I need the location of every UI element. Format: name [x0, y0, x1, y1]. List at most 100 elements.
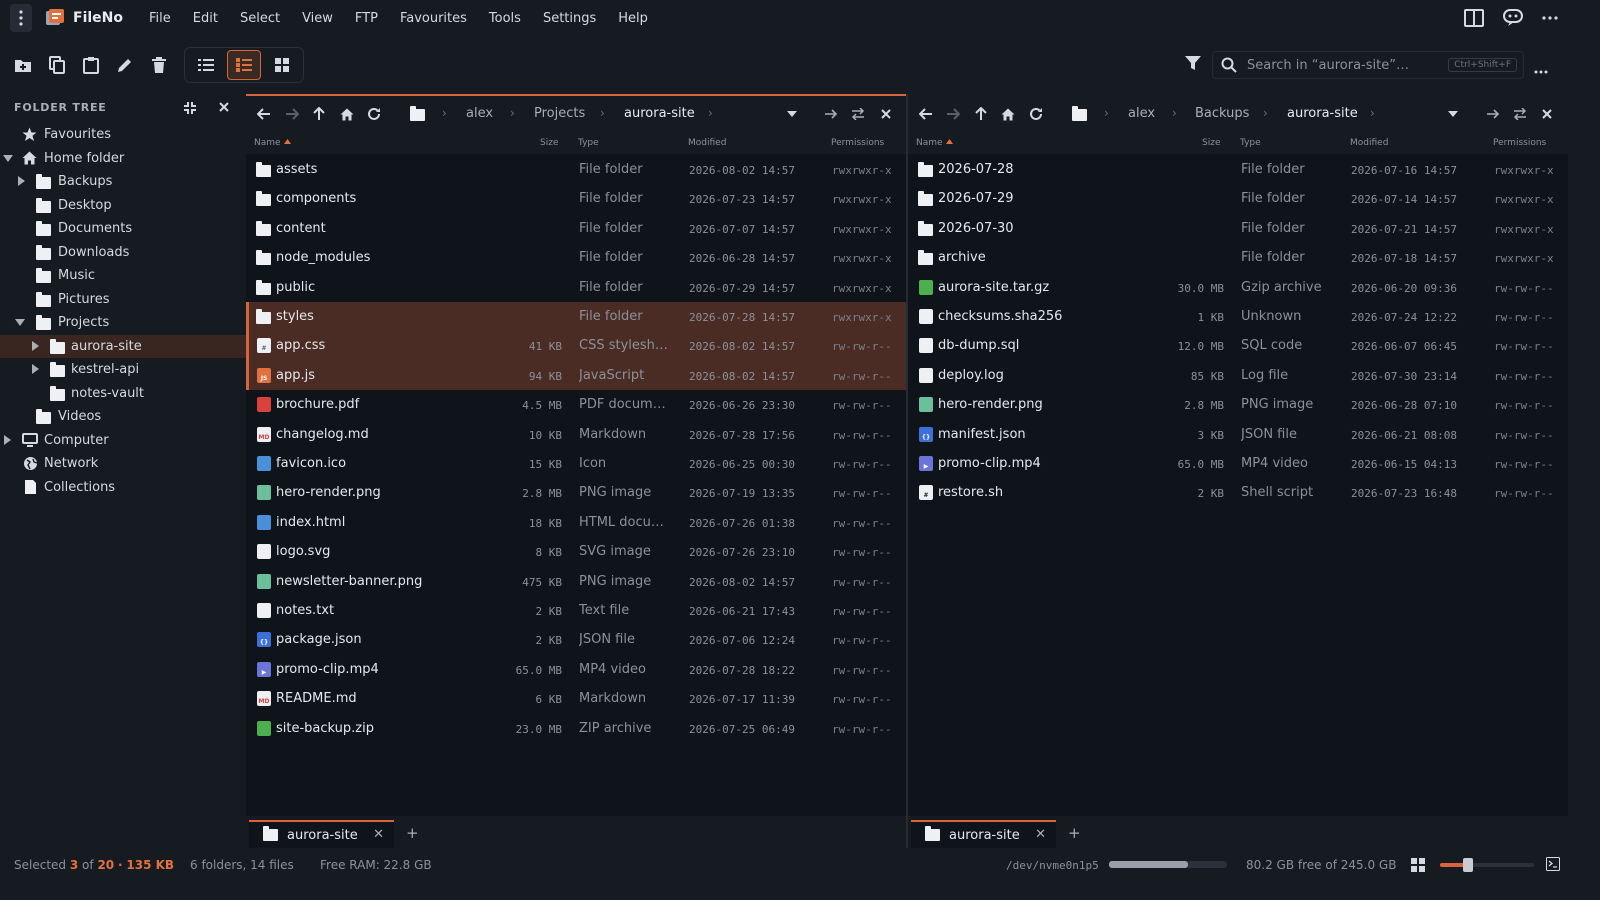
chevron-right-icon[interactable]	[32, 364, 39, 374]
dual-pane-icon[interactable]	[1464, 9, 1484, 27]
refresh-button[interactable]	[364, 104, 384, 124]
details-view-button[interactable]	[227, 50, 261, 80]
column-size[interactable]: Size	[1202, 138, 1220, 148]
file-row[interactable]: newsletter-banner.png 475 KB PNG image 2026…	[246, 567, 906, 596]
copy-button[interactable]	[44, 52, 70, 78]
file-row[interactable]: {} package.json 2 KB JSON file 2026-07-06 12…	[246, 625, 906, 654]
tree-item-notes-vault[interactable]: notes-vault	[0, 382, 246, 405]
file-row[interactable]: checksums.sha256 1 KB Unknown 2026-07-24 12…	[908, 302, 1568, 331]
menu-ftp[interactable]: FTP	[344, 11, 389, 26]
menu-help[interactable]: Help	[607, 11, 659, 26]
search-placeholder[interactable]: Search in “aurora-site”…	[1247, 58, 1409, 73]
file-row[interactable]: content File folder 2026-07-07 14:57 rwxrwx…	[246, 214, 906, 243]
list-view-button[interactable]	[189, 50, 223, 80]
home-button[interactable]	[337, 104, 357, 124]
up-button[interactable]	[971, 104, 991, 124]
tree-item-backups[interactable]: Backups	[0, 170, 246, 193]
file-row[interactable]: archive File folder 2026-07-18 14:57 rwxrwx…	[908, 243, 1568, 272]
tab-close-icon[interactable]: ✕	[1035, 827, 1046, 842]
more-options-icon[interactable]	[1542, 16, 1558, 20]
column-modified[interactable]: Modified	[1350, 138, 1388, 148]
history-dropdown[interactable]	[1443, 104, 1463, 124]
tree-item-downloads[interactable]: Downloads	[0, 241, 246, 264]
file-row[interactable]: deploy.log 85 KB Log file 2026-07-30 23:14 r…	[908, 361, 1568, 390]
file-row[interactable]: MD changelog.md 10 KB Markdown 2026-07-28 17…	[246, 420, 906, 449]
rename-button[interactable]	[112, 52, 138, 78]
tree-item-music[interactable]: Music	[0, 264, 246, 287]
forward-button[interactable]	[282, 104, 302, 124]
chevron-right-icon[interactable]	[18, 176, 25, 186]
chevron-down-icon[interactable]	[15, 319, 25, 326]
file-row[interactable]: site-backup.zip 23.0 MB ZIP archive 2026-07…	[246, 714, 906, 743]
file-row[interactable]: 2026-07-28 File folder 2026-07-16 14:57 rwx…	[908, 155, 1568, 184]
file-row[interactable]: hero-render.png 2.8 MB PNG image 2026-07-19…	[246, 478, 906, 507]
column-type[interactable]: Type	[1240, 138, 1261, 148]
close-panel-icon[interactable]	[219, 102, 229, 112]
file-row[interactable]: 2026-07-30 File folder 2026-07-21 14:57 rwx…	[908, 214, 1568, 243]
file-row[interactable]: brochure.pdf 4.5 MB PDF document 2026-06-26…	[246, 390, 906, 419]
tree-item-videos[interactable]: Videos	[0, 405, 246, 428]
back-button[interactable]	[916, 104, 936, 124]
tab-aurora-site[interactable]: aurora-site ✕	[249, 820, 394, 848]
tab-aurora-site[interactable]: aurora-site ✕	[911, 820, 1056, 848]
file-row[interactable]: aurora-site.tar.gz 30.0 MB Gzip archive 202…	[908, 273, 1568, 302]
grid-view-icon[interactable]	[1411, 858, 1425, 872]
menu-view[interactable]: View	[291, 11, 344, 26]
delete-button[interactable]	[146, 52, 172, 78]
file-row[interactable]: MD README.md 6 KB Markdown 2026-07-17 11:39 r…	[246, 684, 906, 713]
file-row[interactable]: # app.css 41 KB CSS stylesheet 2026-08-02 14…	[246, 331, 906, 361]
tree-item-computer[interactable]: Computer	[0, 429, 246, 452]
file-row[interactable]: {} manifest.json 3 KB JSON file 2026-06-21 0…	[908, 420, 1568, 449]
tree-item-kestrel-api[interactable]: kestrel-api	[0, 358, 246, 381]
filter-button[interactable]	[1184, 54, 1202, 76]
copy-to-other-pane-button[interactable]	[1483, 104, 1503, 124]
column-size[interactable]: Size	[540, 138, 558, 148]
file-row[interactable]: # restore.sh 2 KB Shell script 2026-07-23 16…	[908, 478, 1568, 507]
column-modified[interactable]: Modified	[688, 138, 726, 148]
menu-select[interactable]: Select	[229, 11, 291, 26]
menu-tools[interactable]: Tools	[478, 11, 532, 26]
column-name[interactable]: Name	[916, 138, 943, 148]
menu-edit[interactable]: Edit	[182, 11, 229, 26]
tree-item-documents[interactable]: Documents	[0, 217, 246, 240]
chevron-down-icon[interactable]	[3, 155, 13, 162]
home-button[interactable]	[998, 104, 1018, 124]
chevron-right-icon[interactable]	[4, 435, 11, 445]
forward-button[interactable]	[943, 104, 963, 124]
breadcrumb-alex[interactable]: alex	[466, 106, 493, 121]
terminal-icon[interactable]	[1546, 857, 1560, 871]
tree-item-desktop[interactable]: Desktop	[0, 194, 246, 217]
file-row[interactable]: favicon.ico 15 KB Icon 2026-06-25 00:30 rw-r…	[246, 449, 906, 478]
column-permissions[interactable]: Permissions	[831, 138, 884, 148]
new-folder-button[interactable]	[10, 52, 36, 78]
tree-item-favourites[interactable]: Favourites	[0, 123, 246, 146]
column-permissions[interactable]: Permissions	[1493, 138, 1546, 148]
menu-settings[interactable]: Settings	[532, 11, 607, 26]
file-row[interactable]: hero-render.png 2.8 MB PNG image 2026-06-28…	[908, 390, 1568, 419]
search-box[interactable]: Search in “aurora-site”… Ctrl+Shift+F	[1212, 51, 1524, 79]
file-row[interactable]: JS app.js 94 KB JavaScript 2026-08-02 14:57 r…	[246, 360, 906, 391]
file-row[interactable]: ▶ promo-clip.mp4 65.0 MB MP4 video 2026-07-2…	[246, 655, 906, 684]
file-row[interactable]: notes.txt 2 KB Text file 2026-06-21 17:43 rw…	[246, 596, 906, 625]
tree-item-pictures[interactable]: Pictures	[0, 288, 246, 311]
back-button[interactable]	[254, 104, 274, 124]
file-row[interactable]: public File folder 2026-07-29 14:57 rwxrwxr…	[246, 273, 906, 302]
close-pane-button[interactable]	[1537, 104, 1557, 124]
tree-item-home-folder[interactable]: Home folder	[0, 147, 246, 170]
history-dropdown[interactable]	[782, 104, 802, 124]
breadcrumb-projects[interactable]: Projects	[534, 106, 585, 121]
chevron-right-icon[interactable]	[32, 341, 39, 351]
new-tab-button[interactable]: +	[1068, 824, 1081, 842]
breadcrumb-backups[interactable]: Backups	[1195, 106, 1249, 121]
file-row[interactable]: 2026-07-29 File folder 2026-07-14 14:57 rwx…	[908, 184, 1568, 213]
file-row[interactable]: assets File folder 2026-08-02 14:57 rwxrwxr…	[246, 155, 906, 184]
tree-item-aurora-site[interactable]: aurora-site	[0, 335, 246, 358]
menu-favourites[interactable]: Favourites	[389, 11, 478, 26]
file-row[interactable]: db-dump.sql 12.0 MB SQL code 2026-06-07 06:…	[908, 331, 1568, 360]
file-row[interactable]: node_modules File folder 2026-06-28 14:57 r…	[246, 243, 906, 272]
grid-view-button[interactable]	[265, 50, 299, 80]
menu-file[interactable]: File	[138, 11, 182, 26]
file-row[interactable]: logo.svg 8 KB SVG image 2026-07-26 23:10 rw-…	[246, 537, 906, 566]
new-tab-button[interactable]: +	[406, 824, 419, 842]
zoom-slider-handle[interactable]	[1463, 858, 1474, 872]
